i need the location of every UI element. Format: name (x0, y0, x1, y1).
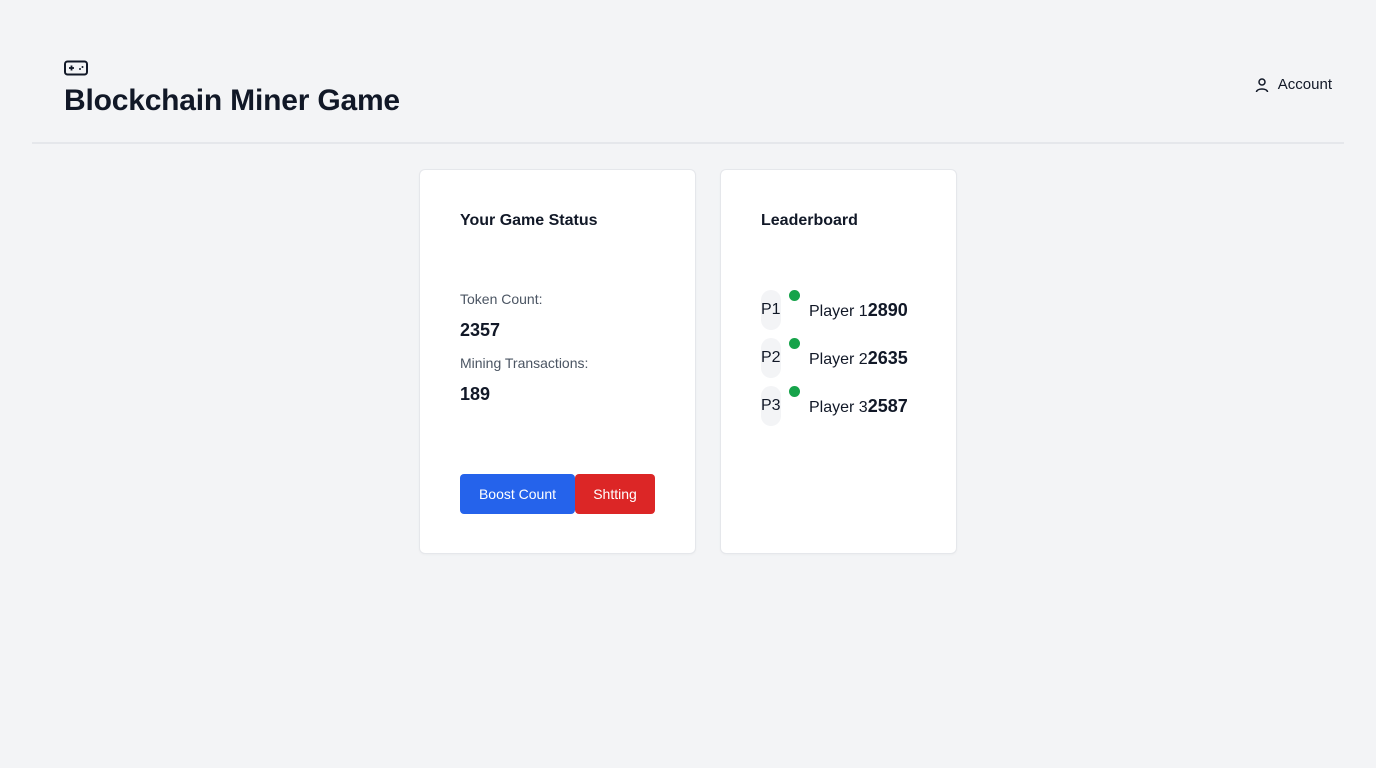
online-status-dot (789, 386, 800, 397)
player-name-score: Player 12890 (809, 300, 908, 321)
leaderboard-row[interactable]: P1 Player 12890 (761, 288, 931, 336)
player-name: Player 3 (809, 399, 868, 416)
page-title: Blockchain Miner Game (64, 84, 400, 117)
action-buttons: Boost Count Shtting (460, 474, 655, 514)
leaderboard-row[interactable]: P2 Player 22635 (761, 336, 931, 384)
player-score: 2587 (867, 396, 908, 416)
boost-count-button[interactable]: Boost Count (460, 474, 575, 514)
player-name: Player 1 (809, 303, 868, 320)
player-score: 2635 (867, 348, 908, 368)
avatar: P3 (761, 386, 781, 426)
game-status-title: Your Game Status (460, 212, 598, 229)
app-header: Blockchain Miner Game (32, 0, 1344, 144)
shtting-button[interactable]: Shtting (575, 474, 655, 514)
player-name-score: Player 22635 (809, 348, 908, 369)
online-status-dot (789, 338, 800, 349)
game-status-card: Your Game Status Token Count: 2357 Minin… (419, 169, 696, 554)
player-score: 2890 (867, 300, 908, 320)
online-status-dot (789, 290, 800, 301)
user-icon (1254, 77, 1270, 93)
mining-transactions-label: Mining Transactions: (460, 355, 589, 371)
leaderboard-list: P1 Player 12890 P2 Player 22635 P3 Playe… (761, 288, 931, 432)
player-name-score: Player 32587 (809, 396, 908, 417)
mining-transactions-value: 189 (460, 384, 491, 404)
token-count-value: 2357 (460, 320, 501, 340)
avatar: P2 (761, 338, 781, 378)
leaderboard-card: Leaderboard P1 Player 12890 P2 Player 22… (720, 169, 957, 554)
avatar: P1 (761, 290, 781, 330)
account-label: Account (1277, 76, 1332, 93)
leaderboard-title: Leaderboard (761, 212, 858, 229)
account-button[interactable]: Account (1254, 76, 1332, 93)
token-count-label: Token Count: (460, 291, 543, 307)
gamepad-icon (64, 60, 88, 76)
leaderboard-row[interactable]: P3 Player 32587 (761, 384, 931, 432)
player-name: Player 2 (809, 351, 868, 368)
